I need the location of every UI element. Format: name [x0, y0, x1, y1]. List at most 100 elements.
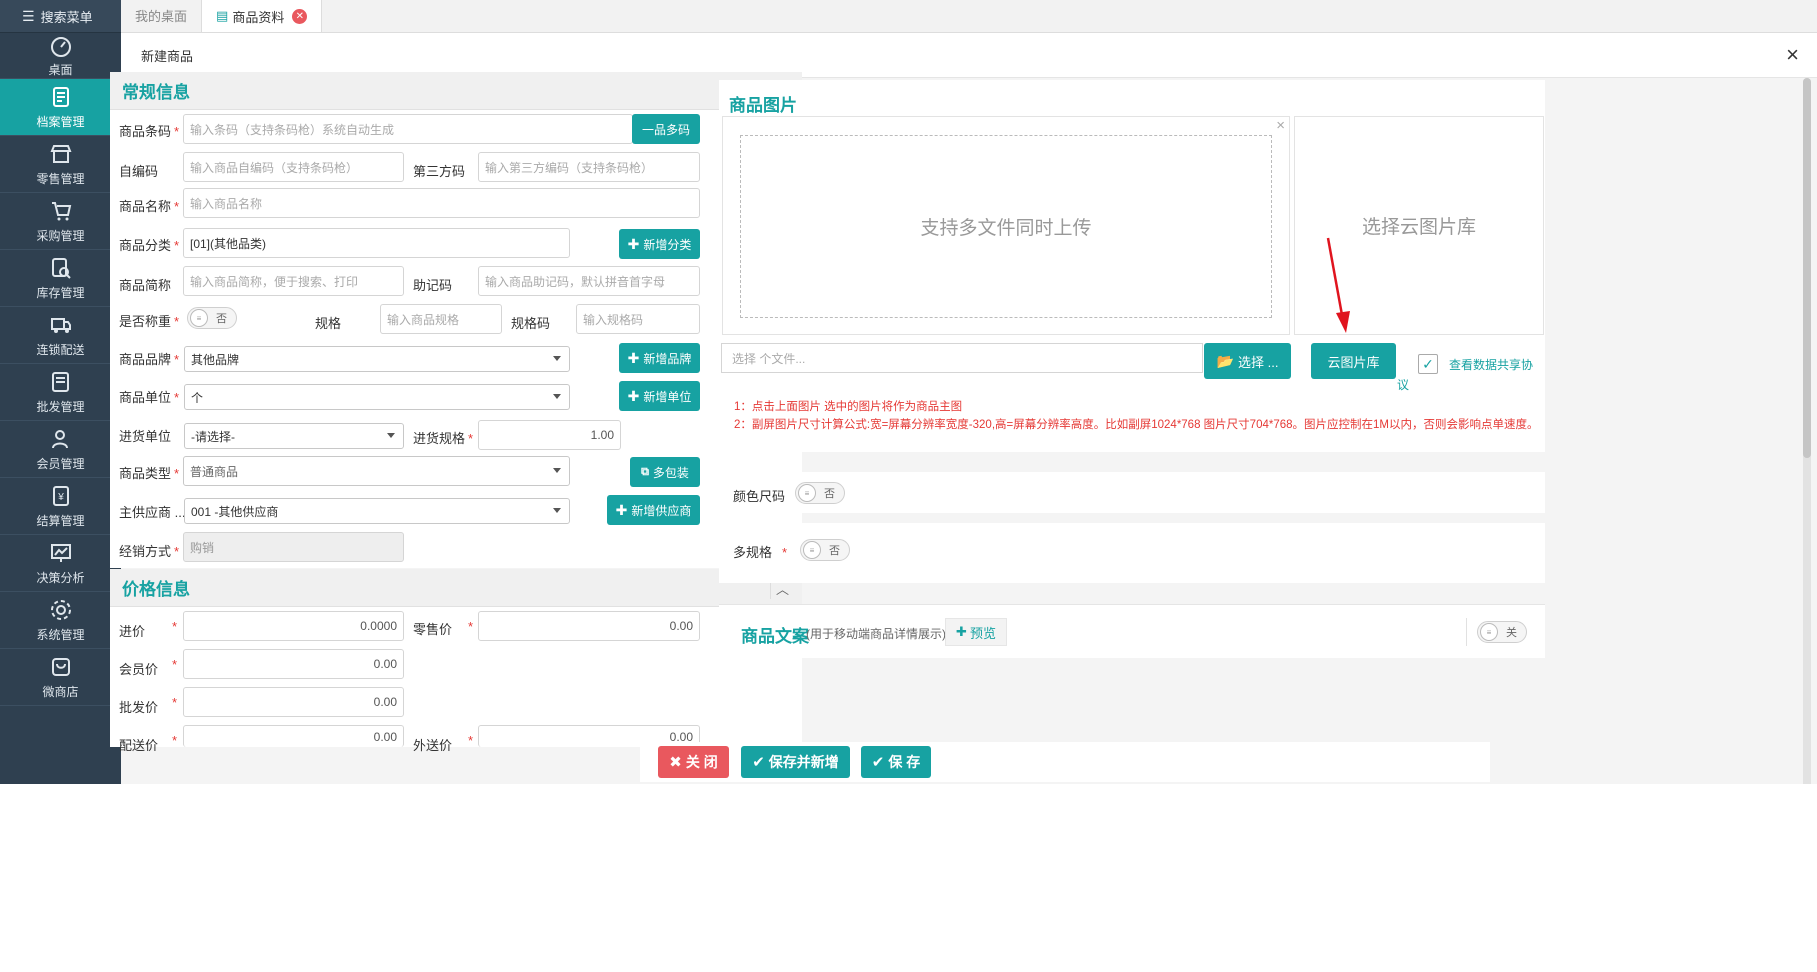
mnemonic-input[interactable]: 输入商品助记码，默认拼音首字母: [478, 266, 700, 296]
button-label: 新增单位: [643, 389, 692, 404]
multi-barcode-button[interactable]: 一品多码: [632, 114, 700, 144]
copywriting-toggle[interactable]: ≡ 关: [1477, 621, 1527, 643]
required-mark: *: [468, 733, 474, 748]
sidebar-item-cart[interactable]: 采购管理: [0, 193, 121, 250]
color-size-toggle[interactable]: ≡ 否: [795, 482, 845, 504]
toggle-text: 关: [1506, 627, 1517, 639]
price-section-title: 价格信息: [122, 580, 190, 599]
tab-close-icon[interactable]: ✕: [292, 8, 308, 24]
button-label: 保 存: [888, 754, 921, 770]
weigh-label: 是否称重 *: [119, 314, 180, 329]
button-label: 保存并新增: [768, 754, 839, 770]
dropdown-arrow-icon: [553, 356, 561, 361]
weigh-toggle[interactable]: ≡ 否: [187, 307, 237, 329]
wholesale-price-input[interactable]: 0.00: [183, 687, 404, 717]
sidebar-item-label: 零售管理: [36, 172, 85, 186]
sidebar-item-store[interactable]: 零售管理: [0, 136, 121, 193]
sidebar-item-label: 系统管理: [36, 628, 85, 642]
upload-dropzone[interactable]: 支持多文件同时上传: [740, 135, 1272, 318]
close-button[interactable]: ✖ 关 闭: [658, 746, 729, 778]
inventory-icon: [48, 255, 74, 281]
unit-select[interactable]: 个: [184, 384, 570, 410]
sidebar-item-inventory[interactable]: 库存管理: [0, 250, 121, 307]
toggle-text: 否: [216, 313, 227, 325]
retail-price-input[interactable]: 0.00: [478, 611, 700, 641]
general-section-title: 常规信息: [122, 83, 190, 102]
add-supplier-button[interactable]: ✚ 新增供应商: [607, 495, 700, 525]
shortname-label: 商品简称: [119, 278, 172, 293]
member-price-input[interactable]: 0.00: [183, 649, 404, 679]
sidebar-item-gear[interactable]: 系统管理: [0, 592, 121, 649]
brand-label: 商品品牌 *: [119, 352, 180, 367]
button-label: 新增供应商: [631, 503, 692, 518]
upload-area[interactable]: × 支持多文件同时上传: [722, 116, 1290, 335]
dropdown-arrow-icon: [387, 433, 395, 438]
choose-file-button[interactable]: 📂 选择 ...: [1204, 343, 1291, 379]
supplier-select[interactable]: 001 -其他供应商: [184, 498, 570, 524]
selfcode-input[interactable]: 输入商品自编码（支持条码枪）: [183, 152, 404, 182]
required-mark: *: [468, 619, 474, 634]
type-select[interactable]: 普通商品: [183, 456, 570, 486]
multi-spec-toggle[interactable]: ≡ 否: [800, 539, 850, 561]
sidebar-item-archive[interactable]: 档案管理: [0, 79, 121, 136]
file-input[interactable]: 选择 个文件...: [721, 343, 1203, 373]
search-menu[interactable]: ☰ 搜索菜单: [0, 0, 121, 33]
name-input[interactable]: 输入商品名称: [183, 188, 700, 218]
cloud-gallery-button[interactable]: 云图片库: [1311, 343, 1396, 379]
toggle-knob-icon: ≡: [803, 541, 821, 559]
thirdcode-input[interactable]: 输入第三方编码（支持条码枪）: [478, 152, 700, 182]
sidebar-item-member[interactable]: 会员管理: [0, 421, 121, 478]
sidebar-item-settlement[interactable]: ¥ 结算管理: [0, 478, 121, 535]
category-input[interactable]: [01](其他品类): [183, 228, 570, 258]
brand-select[interactable]: 其他品牌: [184, 346, 570, 372]
check-icon: ✔: [752, 754, 765, 771]
tab-desktop[interactable]: 我的桌面: [121, 0, 203, 32]
color-size-label: 颜色尺码: [733, 489, 786, 504]
plus-icon: ✚: [627, 349, 640, 366]
purchase-spec-input[interactable]: 1.00: [478, 420, 621, 450]
save-button[interactable]: ✔ 保 存: [861, 746, 931, 778]
delivery-price-input[interactable]: 0.00: [183, 725, 404, 747]
add-category-button[interactable]: ✚ 新增分类: [619, 229, 700, 259]
sidebar-item-label: 决策分析: [36, 571, 85, 585]
external-price-label: 外送价: [413, 738, 453, 753]
share-agreement-link[interactable]: 查看数据共享协: [1449, 356, 1533, 373]
shortname-input[interactable]: 输入商品简称，便于搜索、打印: [183, 266, 404, 296]
sidebar-item-shop[interactable]: 微商店: [0, 649, 121, 706]
page-bottom-blank: [0, 784, 1817, 972]
plus-icon: ✚: [627, 235, 640, 252]
spec-input[interactable]: 输入商品规格: [380, 304, 502, 334]
copywriting-title: 商品文案: [741, 627, 809, 646]
add-brand-button[interactable]: ✚ 新增品牌: [619, 343, 700, 373]
share-agreement-link-tail[interactable]: 议: [1397, 376, 1409, 393]
cost-price-label: 进价: [119, 624, 146, 639]
retail-price-label: 零售价: [413, 622, 453, 637]
sidebar-item-delivery[interactable]: 连锁配送: [0, 307, 121, 364]
store-icon: [48, 141, 74, 167]
purchase-unit-select[interactable]: -请选择-: [184, 423, 404, 449]
plus-icon: ✚: [615, 501, 628, 518]
dialog-close-icon[interactable]: ×: [1786, 42, 1799, 68]
share-agreement-checkbox[interactable]: ✓: [1418, 354, 1438, 374]
add-unit-button[interactable]: ✚ 新增单位: [619, 381, 700, 411]
sidebar-item-wholesale[interactable]: 批发管理: [0, 364, 121, 421]
multi-pack-button[interactable]: ⧉ 多包装: [630, 457, 700, 487]
tab-product-info[interactable]: ▤ 商品资料 ✕: [202, 0, 323, 32]
barcode-input[interactable]: 输入条码（支持条码枪）系统自动生成: [183, 114, 633, 144]
upload-close-icon[interactable]: ×: [1276, 117, 1285, 134]
wholesale-price-label: 批发价: [119, 700, 159, 715]
toggle-knob-icon: ≡: [1480, 623, 1498, 641]
sidebar-item-dashboard[interactable]: 桌面: [0, 33, 121, 79]
external-link-icon: ⧉: [641, 465, 649, 478]
speccode-input[interactable]: 输入规格码: [576, 304, 700, 334]
copywriting-preview-button[interactable]: ✚ 预览: [945, 618, 1007, 646]
spec-label: 规格: [315, 316, 342, 331]
button-label: 选择 ...: [1237, 354, 1279, 370]
dashboard-icon: [48, 33, 74, 58]
save-and-new-button[interactable]: ✔ 保存并新增: [741, 746, 850, 778]
cost-price-input[interactable]: 0.0000: [183, 611, 404, 641]
sidebar-item-chart[interactable]: 决策分析: [0, 535, 121, 592]
sales-mode-label: 经销方式 *: [119, 544, 180, 559]
sidebar-item-label: 结算管理: [36, 514, 85, 528]
document-icon: ▤: [216, 8, 229, 23]
